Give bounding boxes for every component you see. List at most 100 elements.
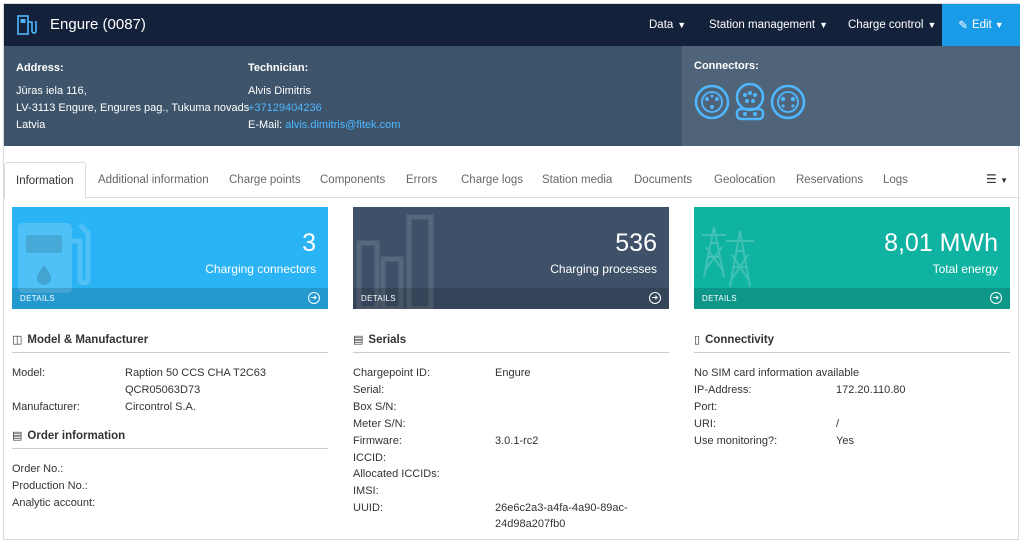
edit-label: Edit xyxy=(971,19,992,31)
address-line: Jūras iela 116, xyxy=(16,85,87,97)
chevron-down-icon: ▼ xyxy=(819,20,829,30)
use-monitoring-label: Use monitoring?: xyxy=(694,435,778,447)
nav-data[interactable]: Data ▼ xyxy=(649,4,686,46)
connectivity-heading: ▯ Connectivity xyxy=(694,333,1010,353)
details-label: DETAILS xyxy=(361,294,396,303)
technician-label: Technician: xyxy=(248,62,309,74)
connectors-label: Connectors: xyxy=(694,60,759,72)
chargepoint-id-label: Chargepoint ID: xyxy=(353,367,431,379)
chargepoint-id-value: Engure xyxy=(495,367,531,379)
technician-email-link[interactable]: alvis.dimitris@fitek.com xyxy=(285,119,400,131)
serials-heading: ▤ Serials xyxy=(353,333,669,353)
connector-icons xyxy=(694,82,806,121)
details-link-energy[interactable]: DETAILS ➜ xyxy=(694,288,1010,309)
connectivity-heading-label: Connectivity xyxy=(705,333,775,346)
processes-caption: Charging processes xyxy=(550,262,657,276)
model-code: QCR05063D73 xyxy=(125,384,201,396)
energy-caption: Total energy xyxy=(932,262,998,276)
top-bar: Engure (0087) Data ▼ Station management ▼ … xyxy=(4,4,1020,46)
chevron-down-icon: ▼ xyxy=(1000,176,1008,185)
connectivity-section: ▯ Connectivity xyxy=(694,333,1010,353)
firmware-value: 3.0.1-rc2 xyxy=(495,435,539,447)
port-label: Port: xyxy=(694,401,718,413)
technician-email: E-Mail: alvis.dimitris@fitek.com xyxy=(248,117,400,134)
station-page: Engure (0087) Data ▼ Station management ▼ … xyxy=(3,3,1020,540)
tab-charge-logs[interactable]: Charge logs xyxy=(461,162,523,198)
address-line: Latvia xyxy=(16,119,46,131)
manufacturer-value: Circontrol S.A. xyxy=(125,401,196,413)
technician-block: Technician: Alvis Dimitris +37129404236 … xyxy=(248,60,400,134)
nav-charge-control[interactable]: Charge control ▼ xyxy=(848,4,936,46)
production-no-label: Production No.: xyxy=(12,480,88,492)
connectors-count: 3 xyxy=(302,229,316,257)
address-label: Address: xyxy=(16,62,64,74)
model-heading: ◫ Model & Manufacturer xyxy=(12,333,328,353)
model-label: Model: xyxy=(12,367,46,379)
details-link-processes[interactable]: DETAILS ➜ xyxy=(353,288,669,309)
order-section: ▤ Order information xyxy=(12,429,328,449)
charging-station-icon xyxy=(17,15,37,35)
edit-icon: ✎ xyxy=(958,20,968,32)
uri-value: / xyxy=(836,418,840,430)
email-label: E-Mail: xyxy=(248,119,283,131)
energy-total: 8,01 MWh xyxy=(884,229,998,257)
details-label: DETAILS xyxy=(20,294,55,303)
meter-sn-label: Meter S/N: xyxy=(353,418,406,430)
details-link-connectors[interactable]: DETAILS ➜ xyxy=(12,288,328,309)
chevron-down-icon: ▼ xyxy=(677,20,687,30)
tab-documents[interactable]: Documents xyxy=(634,162,692,198)
tab-geolocation[interactable]: Geolocation xyxy=(714,162,775,198)
nav-charge-control-label: Charge control xyxy=(848,19,924,31)
tab-charge-points[interactable]: Charge points xyxy=(229,162,301,198)
nav-data-label: Data xyxy=(649,19,674,31)
ip-address-value: 172.20.110.80 xyxy=(836,384,906,396)
processes-count: 536 xyxy=(615,229,657,257)
allocated-iccids-label: Allocated ICCIDs: xyxy=(353,468,440,480)
tab-station-media[interactable]: Station media xyxy=(542,162,612,198)
order-no-label: Order No.: xyxy=(12,463,64,475)
connectors-caption: Charging connectors xyxy=(205,262,316,276)
imsi-label: IMSI: xyxy=(353,485,379,497)
tab-components[interactable]: Components xyxy=(320,162,385,198)
serial-label: Serial: xyxy=(353,384,385,396)
serials-section: ▤ Serials xyxy=(353,333,669,353)
ccs-connector-icon[interactable] xyxy=(735,82,765,121)
address-block: Address: Jūras iela 116, LV-3113 Engure,… xyxy=(16,60,249,134)
type2-connector-icon[interactable] xyxy=(694,84,730,120)
chevron-down-icon: ▼ xyxy=(994,20,1004,30)
firmware-label: Firmware: xyxy=(353,435,402,447)
box-sn-label: Box S/N: xyxy=(353,401,397,413)
edit-button[interactable]: ✎ Edit ▼ xyxy=(942,4,1020,46)
model-heading-label: Model & Manufacturer xyxy=(27,333,149,346)
technician-phone-link[interactable]: +37129404236 xyxy=(248,100,400,117)
tab-logs[interactable]: Logs xyxy=(883,162,908,198)
page-title: Engure (0087) xyxy=(50,16,146,33)
address-line: LV-3113 Engure, Engures pag., Tukuma nov… xyxy=(16,102,250,114)
technician-name: Alvis Dimitris xyxy=(248,85,311,97)
order-heading-label: Order information xyxy=(27,429,126,442)
tab-menu-button[interactable]: ☰ ▼ xyxy=(986,172,1008,186)
card-charging-connectors: 3 Charging connectors DETAILS ➜ xyxy=(12,207,328,309)
order-heading: ▤ Order information xyxy=(12,429,328,449)
tab-additional-information[interactable]: Additional information xyxy=(98,162,209,198)
document-icon: ▤ xyxy=(12,430,23,442)
tab-reservations[interactable]: Reservations xyxy=(796,162,863,198)
card-charging-processes: 536 Charging processes DETAILS ➜ xyxy=(353,207,669,309)
analytic-account-label: Analytic account: xyxy=(12,497,96,509)
use-monitoring-value: Yes xyxy=(836,435,854,447)
menu-icon: ☰ xyxy=(985,172,997,186)
manufacturer-label: Manufacturer: xyxy=(12,401,80,413)
nav-station-management[interactable]: Station management ▼ xyxy=(709,4,828,46)
serials-heading-label: Serials xyxy=(368,333,407,346)
arrow-right-icon: ➜ xyxy=(990,292,1002,304)
tab-errors[interactable]: Errors xyxy=(406,162,437,198)
connectors-panel: Connectors: xyxy=(682,46,1020,146)
sim-card-icon: ▯ xyxy=(694,334,701,346)
chevron-down-icon: ▼ xyxy=(927,20,937,30)
chademo-connector-icon[interactable] xyxy=(770,84,806,120)
card-total-energy: 8,01 MWh Total energy DETAILS ➜ xyxy=(694,207,1010,309)
iccid-label: ICCID: xyxy=(353,452,386,464)
arrow-right-icon: ➜ xyxy=(649,292,661,304)
tab-information[interactable]: Information xyxy=(4,162,86,199)
model-section: ◫ Model & Manufacturer xyxy=(12,333,328,353)
